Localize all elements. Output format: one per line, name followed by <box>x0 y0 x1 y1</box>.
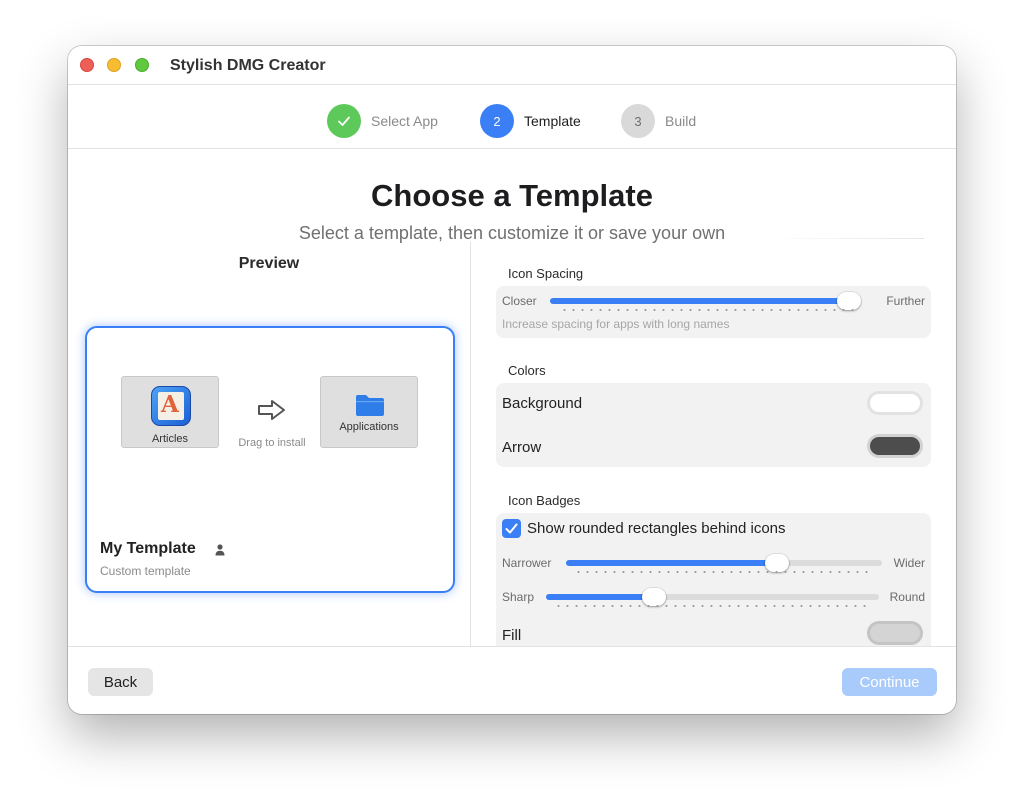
step-2-label: Template <box>524 113 581 129</box>
spacing-slider-knob[interactable] <box>837 292 861 310</box>
icon-badges-heading: Icon Badges <box>508 493 581 508</box>
close-button[interactable] <box>80 58 94 72</box>
badge-corner-slider-fill <box>546 594 654 600</box>
badge-width-slider-fill <box>566 560 777 566</box>
page-title: Choose a Template <box>371 178 653 213</box>
arrow-color-swatch <box>870 437 920 455</box>
step-1-complete <box>327 104 361 138</box>
step-3-pending: 3 <box>621 104 655 138</box>
template-name: My Template <box>100 540 196 557</box>
badge-corner-max-label: Round <box>889 590 925 604</box>
app-tile: A Articles <box>121 376 219 448</box>
badge-width-min-label: Narrower <box>502 556 552 570</box>
spacing-min-label: Closer <box>502 294 537 308</box>
background-color-well[interactable] <box>867 391 923 415</box>
step-2-current: 2 <box>480 104 514 138</box>
drag-hint: Drag to install <box>238 437 306 449</box>
badge-width-slider-knob[interactable] <box>764 554 789 572</box>
template-subtitle: Custom template <box>100 564 191 578</box>
arrow-color-well[interactable] <box>867 434 923 458</box>
step-2-number: 2 <box>493 113 501 129</box>
badge-corner-min-label: Sharp <box>502 590 535 604</box>
applications-tile: Applications <box>320 376 418 448</box>
badge-corner-slider-ticks <box>554 605 872 607</box>
app-window: Stylish DMG Creator Select App 2 Templat… <box>68 46 956 714</box>
minimize-button[interactable] <box>107 58 121 72</box>
fill-color-well[interactable] <box>867 621 923 645</box>
icon-spacing-heading: Icon Spacing <box>508 266 584 281</box>
step-3-number: 3 <box>634 113 642 129</box>
badge-width-max-label: Wider <box>893 556 925 570</box>
template-card[interactable]: A Articles Drag to install Applications … <box>85 326 455 593</box>
person-icon <box>215 544 225 556</box>
spacing-slider-fill <box>550 298 849 304</box>
window-title: Stylish DMG Creator <box>170 57 326 74</box>
back-button[interactable]: Back <box>88 668 153 696</box>
footer-bar: Back Continue <box>68 646 956 714</box>
icon-spacing-group: Closer Further Increase spacing for apps… <box>496 286 931 338</box>
checkmark-icon <box>338 116 350 126</box>
background-color-label: Background <box>502 395 583 412</box>
panel-divider <box>470 242 471 646</box>
step-indicator: Select App 2 Template 3 Build <box>68 84 956 149</box>
spacing-slider-ticks <box>560 309 855 311</box>
spacing-hint: Increase spacing for apps with long name… <box>502 317 730 331</box>
colors-group: Background Arrow <box>496 383 931 467</box>
page-subtitle: Select a template, then customize it or … <box>298 223 726 243</box>
badge-corner-slider[interactable] <box>546 588 879 606</box>
folder-icon <box>356 395 384 416</box>
background-color-swatch <box>870 394 920 412</box>
show-badges-checkbox[interactable] <box>502 519 521 538</box>
icon-spacing-slider[interactable] <box>550 292 861 310</box>
subtitle-divider <box>768 238 924 239</box>
fill-color-label: Fill <box>502 627 522 644</box>
drag-arrow-icon <box>258 400 285 420</box>
badge-corner-slider-knob[interactable] <box>641 588 666 606</box>
colors-heading: Colors <box>508 363 546 378</box>
articles-app-icon: A <box>151 386 191 426</box>
show-badges-label[interactable]: Show rounded rectangles behind icons <box>527 520 786 537</box>
arrow-color-label: Arrow <box>502 439 542 456</box>
zoom-button[interactable] <box>135 58 149 72</box>
spacing-max-label: Further <box>886 294 925 308</box>
fill-color-swatch <box>870 624 920 642</box>
continue-button[interactable]: Continue <box>842 668 937 696</box>
badge-width-slider-ticks <box>574 571 874 573</box>
app-tile-label: Articles <box>151 433 189 445</box>
preview-heading: Preview <box>238 255 300 272</box>
applications-tile-label: Applications <box>339 421 399 433</box>
title-bar: Stylish DMG Creator <box>68 46 956 85</box>
step-1-label: Select App <box>371 113 438 129</box>
step-3-label: Build <box>665 113 697 129</box>
badge-width-slider[interactable] <box>566 554 882 572</box>
checkmark-icon <box>505 523 518 534</box>
